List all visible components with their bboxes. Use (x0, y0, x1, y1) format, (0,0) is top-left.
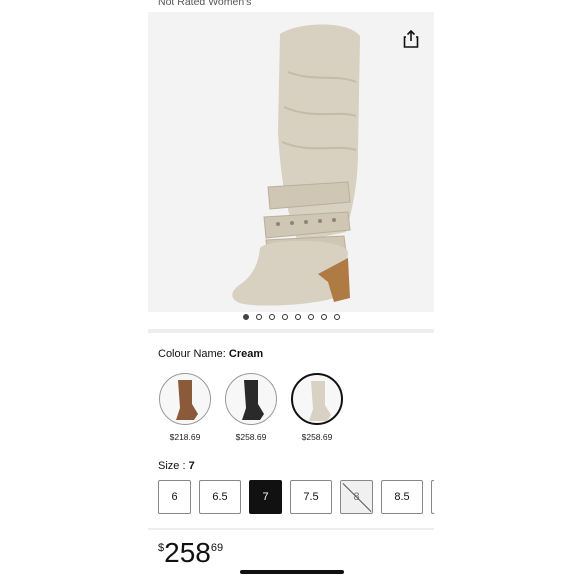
size-value: 7 (188, 460, 195, 472)
carousel-dot[interactable] (242, 314, 249, 320)
swatch-price: $258.69 (235, 432, 267, 442)
swatch-image (225, 373, 277, 425)
carousel-dot[interactable] (294, 314, 301, 320)
carousel-dot[interactable] (268, 314, 275, 320)
size-options: 6 6.5 7 7.5 8 8.5 (158, 480, 434, 514)
colour-label: Colour Name: (158, 348, 229, 360)
swatch-image (159, 373, 211, 425)
size-6-5[interactable]: 6.5 (199, 480, 241, 514)
size-7-5[interactable]: 7.5 (290, 480, 332, 514)
product-price: $ 258 69 (158, 538, 223, 568)
price-whole: 258 (164, 537, 211, 568)
swatch-brown[interactable]: $218.69 (158, 373, 212, 442)
colour-swatches: $218.69 $258.69 $258.69 (158, 373, 344, 442)
size-8-unavailable[interactable]: 8 (340, 480, 373, 514)
product-page: Not Rated Women's Colour Name: Cream $21… (148, 0, 434, 580)
section-divider (148, 329, 434, 333)
boot-image (232, 24, 360, 306)
size-7[interactable]: 7 (249, 480, 282, 514)
brand-line: Not Rated Women's (158, 0, 252, 8)
colour-name-row: Colour Name: Cream (158, 348, 263, 360)
size-next-partial[interactable] (431, 480, 434, 514)
swatch-black[interactable]: $258.69 (224, 373, 278, 442)
swatch-image (291, 373, 343, 425)
swatch-price: $218.69 (169, 432, 201, 442)
carousel-dot[interactable] (320, 314, 327, 320)
carousel-dot[interactable] (255, 314, 262, 320)
colour-value: Cream (228, 348, 264, 360)
left-margin (0, 0, 148, 580)
swatch-price: $258.69 (301, 432, 333, 442)
product-image-carousel[interactable] (148, 12, 434, 312)
share-icon[interactable] (400, 28, 422, 50)
carousel-dot[interactable] (281, 314, 288, 320)
size-label: Size : (158, 460, 189, 472)
section-divider (148, 528, 434, 530)
right-margin (434, 0, 580, 580)
size-8-5[interactable]: 8.5 (381, 480, 423, 514)
swatch-cream[interactable]: $258.69 (290, 373, 344, 442)
price-fraction: 69 (210, 542, 224, 554)
size-6[interactable]: 6 (158, 480, 191, 514)
carousel-dot[interactable] (307, 314, 314, 320)
size-row: Size : 7 (158, 460, 195, 472)
home-indicator[interactable] (240, 570, 344, 574)
carousel-pagination[interactable] (148, 314, 434, 320)
carousel-dot[interactable] (333, 314, 340, 320)
